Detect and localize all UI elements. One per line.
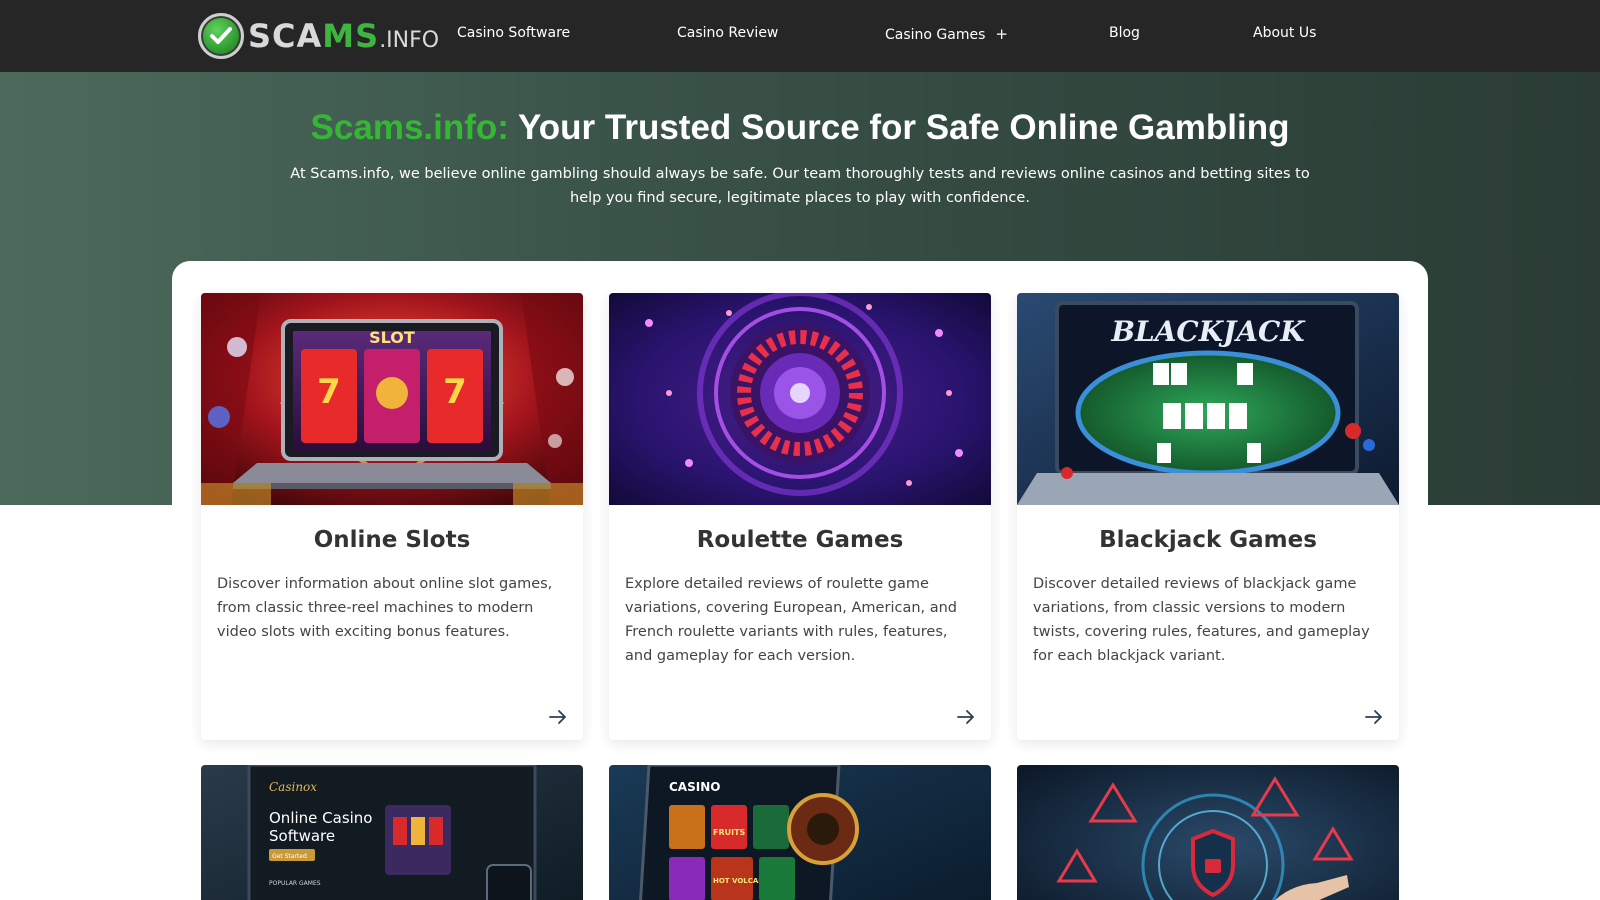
nav-casino-review[interactable]: Casino Review [677,25,778,41]
nav-blog[interactable]: Blog [1109,25,1140,41]
hero-title-brand: Scams.info: [310,108,509,147]
casino-software-image: Casinox Online Casino Software Get Start… [201,765,583,900]
casino-site-brand: CASINO [669,780,720,794]
card-text-online-slots: Discover information about online slot g… [217,576,553,640]
nav-about-us[interactable]: About Us [1253,25,1316,41]
arrow-right-icon[interactable] [547,706,569,728]
svg-text:7: 7 [317,372,341,412]
card-title-online-slots: Online Slots [313,527,471,553]
card-online-slots[interactable]: 7 7 SLOT [201,293,583,740]
card-text-roulette-games: Explore detailed reviews of roulette gam… [625,576,958,664]
card-casino-software[interactable]: Casinox Online Casino Software Get Start… [201,765,583,900]
get-started-chip: Get Started [272,853,307,860]
card-text-blackjack-games: Discover detailed reviews of blackjack g… [1033,576,1370,664]
roulette-image [609,293,991,505]
casino-review-image: CASINO FRUITS HOT VOLCANO [609,765,991,900]
blackjack-image-label: BLACKJACK [1110,315,1306,348]
casinox-brand: Casinox [269,780,317,794]
checkmark-logo-icon [198,13,244,59]
card-roulette-games[interactable] [609,293,991,740]
hero-title: Scams.info: Your Trusted Source for Safe… [0,108,1600,148]
site-logo[interactable]: SCAMS.INFO [198,12,439,60]
card-title-blackjack-games: Blackjack Games [1099,527,1317,553]
svg-text:7: 7 [443,372,467,412]
hero-title-rest: Your Trusted Source for Safe Online Gamb… [508,108,1290,147]
card-security[interactable] [1017,765,1399,900]
slots-image: 7 7 SLOT [201,293,583,505]
arrow-right-icon[interactable] [1363,706,1385,728]
nav-casino-software[interactable]: Casino Software [457,25,570,41]
nav-casino-games-label: Casino Games [885,27,986,43]
arrow-right-icon[interactable] [955,706,977,728]
popular-games-label: POPULAR GAMES [269,880,321,887]
online-casino-heading-1: Online Casino [269,809,372,827]
nav-casino-games[interactable]: Casino Games + [885,25,1008,43]
security-image [1017,765,1399,900]
slot-image-label: SLOT [369,328,415,347]
card-casino-review[interactable]: CASINO FRUITS HOT VOLCANO [609,765,991,900]
card-title-roulette-games: Roulette Games [696,527,904,553]
blackjack-image: BLACKJACK [1017,293,1399,505]
card-blackjack-games[interactable]: BLACKJACK [1017,293,1399,740]
logo-wordmark: SCAMS.INFO [248,17,440,55]
online-casino-heading-2: Software [269,827,335,845]
plus-icon: + [995,25,1008,43]
hero-description: At Scams.info, we believe online gamblin… [290,166,1310,206]
top-navigation-bar: SCAMS.INFO Casino Software Casino Review… [0,0,1600,72]
fruits-tile-label: FRUITS [713,828,746,837]
